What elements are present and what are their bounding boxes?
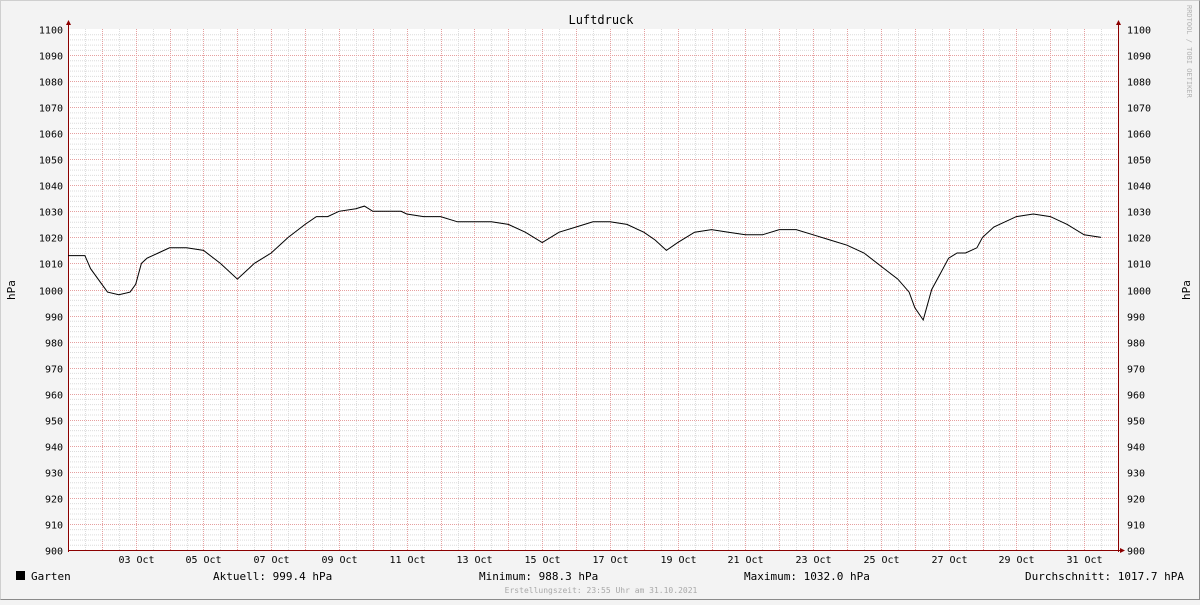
y-tick-label-left: 940 <box>45 443 63 454</box>
y-tick-label-left: 1090 <box>39 52 63 63</box>
y-tick-label-left: 1100 <box>39 26 63 37</box>
x-tick-label: 21 Oct <box>727 555 763 566</box>
y-tick-label-right: 930 <box>1127 469 1145 480</box>
y-tick-label-left: 1030 <box>39 208 63 219</box>
y-tick-label-left: 1010 <box>39 260 63 271</box>
y-axis-label-right: hPa <box>1180 280 1193 300</box>
x-tick-label: 25 Oct <box>863 555 899 566</box>
x-tick-label: 05 Oct <box>185 555 221 566</box>
y-tick-label-left: 910 <box>45 521 63 532</box>
y-tick-label-left: 1040 <box>39 182 63 193</box>
x-tick-label: 23 Oct <box>795 555 831 566</box>
y-tick-label-right: 1100 <box>1127 26 1151 37</box>
y-tick-label-right: 1030 <box>1127 208 1151 219</box>
rrdtool-watermark: RRDTOOL / TOBI OETIKER <box>1185 5 1193 99</box>
chart-title: Luftdruck <box>568 13 634 27</box>
y-tick-label-right: 1090 <box>1127 52 1151 63</box>
x-tick-label: 11 Oct <box>389 555 425 566</box>
y-tick-label-right: 1010 <box>1127 260 1151 271</box>
legend-current: Aktuell: 999.4 hPa <box>213 570 332 583</box>
y-tick-label-right: 1050 <box>1127 156 1151 167</box>
x-tick-label: 27 Oct <box>931 555 967 566</box>
x-tick-label: 07 Oct <box>253 555 289 566</box>
x-tick-label: 15 Oct <box>524 555 560 566</box>
chart-svg: 900 910 920 930 940 950 960 970 980 990 1000 1010 10… <box>5 5 1193 595</box>
x-tick-label: 09 Oct <box>321 555 357 566</box>
legend-series-name: Garten <box>31 570 71 583</box>
y-tick-label-left: 1000 <box>39 287 63 298</box>
y-tick-label-left: 1020 <box>39 234 63 245</box>
legend-maximum: Maximum: 1032.0 hPa <box>744 570 870 583</box>
y-tick-label-right: 1080 <box>1127 78 1151 89</box>
y-tick-label-right: 960 <box>1127 391 1145 402</box>
y-tick-label-left: 980 <box>45 339 63 350</box>
x-tick-label: 03 Oct <box>118 555 154 566</box>
y-tick-label-left: 960 <box>45 391 63 402</box>
y-ticks-right: 900 910 920 930 940 950 960 970 980 990 1000 1010 10… <box>1127 26 1151 558</box>
x-tick-label: 31 Oct <box>1066 555 1102 566</box>
y-tick-label-right: 1070 <box>1127 104 1151 115</box>
x-tick-label: 17 Oct <box>592 555 628 566</box>
legend-swatch <box>16 571 25 580</box>
y-tick-label-left: 1080 <box>39 78 63 89</box>
y-axis-arrow-left <box>66 20 71 25</box>
y-tick-label-right: 920 <box>1127 495 1145 506</box>
x-tick-label: 19 Oct <box>660 555 696 566</box>
y-tick-label-right: 950 <box>1127 417 1145 428</box>
x-ticks: 03 Oct 05 Oct 07 Oct 09 Oct 11 Oct 13 Oct 15 O… <box>118 555 1102 566</box>
y-tick-label-right: 900 <box>1127 547 1145 558</box>
x-tick-label: 29 Oct <box>998 555 1034 566</box>
y-tick-label-right: 940 <box>1127 443 1145 454</box>
y-tick-label-left: 970 <box>45 365 63 376</box>
y-tick-label-right: 970 <box>1127 365 1145 376</box>
y-axis-arrow-right <box>1116 20 1121 25</box>
y-tick-label-left: 900 <box>45 547 63 558</box>
y-tick-label-left: 1070 <box>39 104 63 115</box>
y-tick-label-right: 990 <box>1127 313 1145 324</box>
y-tick-label-left: 920 <box>45 495 63 506</box>
chart-frame: 900 910 920 930 940 950 960 970 980 990 1000 1010 10… <box>0 0 1200 600</box>
y-ticks-left: 900 910 920 930 940 950 960 970 980 990 1000 1010 10… <box>39 26 63 558</box>
y-tick-label-right: 1040 <box>1127 182 1151 193</box>
legend-minimum: Minimum: 988.3 hPa <box>479 570 598 583</box>
y-axis-label-left: hPa <box>5 280 18 300</box>
y-tick-label-right: 980 <box>1127 339 1145 350</box>
y-tick-label-right: 1000 <box>1127 287 1151 298</box>
creation-time-footer: Erstellungszeit: 23:55 Uhr am 31.10.2021 <box>505 586 698 595</box>
x-axis-arrow <box>1120 548 1125 553</box>
y-tick-label-left: 950 <box>45 417 63 428</box>
y-tick-label-left: 930 <box>45 469 63 480</box>
y-tick-label-right: 1060 <box>1127 130 1151 141</box>
x-tick-label: 13 Oct <box>456 555 492 566</box>
y-tick-label-left: 1060 <box>39 130 63 141</box>
y-tick-label-right: 1020 <box>1127 234 1151 245</box>
y-tick-label-left: 1050 <box>39 156 63 167</box>
y-tick-label-right: 910 <box>1127 521 1145 532</box>
legend-average: Durchschnitt: 1017.7 hPA <box>1025 570 1184 583</box>
y-tick-label-left: 990 <box>45 313 63 324</box>
